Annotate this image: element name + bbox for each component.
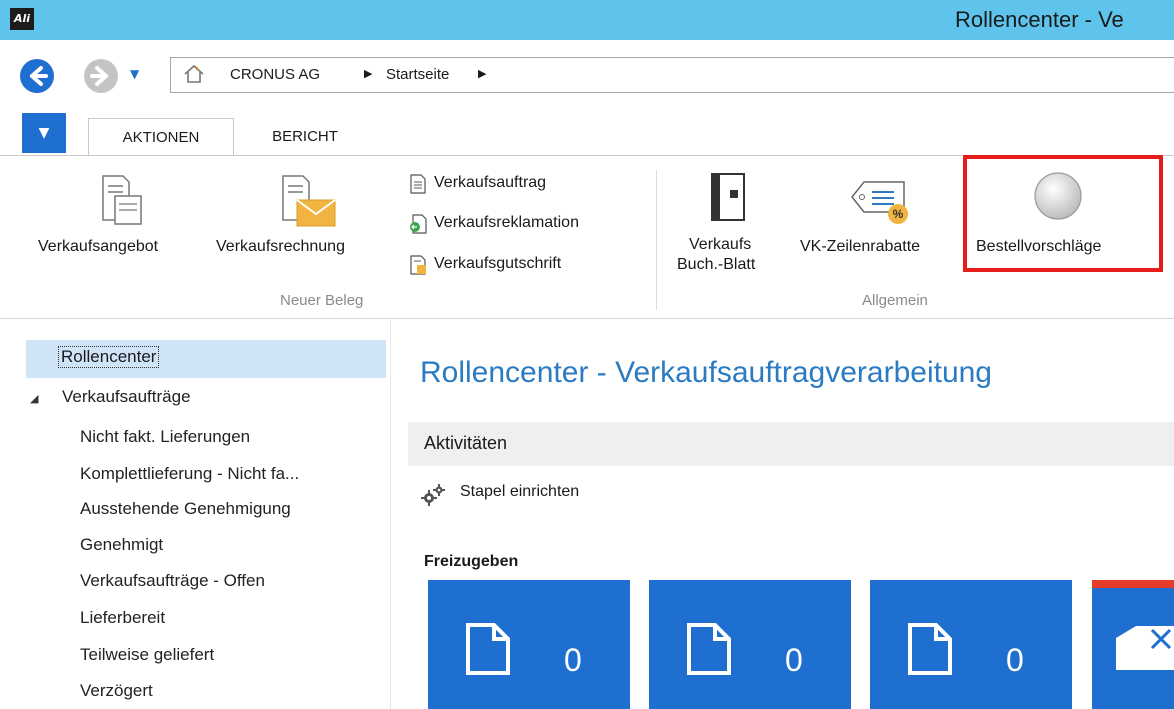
document-invoice-icon[interactable] (275, 172, 341, 230)
group-separator (656, 170, 657, 310)
sidebar-item[interactable]: Verzögert (80, 681, 153, 701)
tab-bericht[interactable]: BERICHT (250, 118, 360, 156)
credit-memo-icon[interactable] (408, 255, 428, 275)
verkaufsauftrag-button[interactable]: Verkaufsauftrag (434, 174, 546, 192)
sidebar-item[interactable]: Nicht fakt. Lieferungen (80, 427, 250, 447)
cue-tile[interactable]: 0 (428, 580, 630, 709)
vk-zeilenrabatte-button[interactable]: VK-Zeilenrabatte (800, 238, 920, 256)
cue-count: 0 (564, 642, 582, 678)
breadcrumb-separator: ▶ (478, 67, 487, 80)
verkaufs-buch-blatt-line2[interactable]: Buch.-Blatt (677, 256, 755, 274)
section-title[interactable]: Aktivitäten (424, 433, 507, 454)
tab-aktionen[interactable]: AKTIONEN (88, 118, 234, 156)
document-icon (687, 623, 731, 675)
group-label-neuer-beleg: Neuer Beleg (280, 292, 364, 309)
sidebar-item[interactable]: Ausstehende Genehmigung (80, 499, 291, 519)
arrow-right-icon (90, 66, 108, 86)
sidebar-item-rollencenter-label[interactable]: Rollencenter (58, 346, 160, 368)
document-quote-icon[interactable] (95, 172, 149, 228)
breadcrumb-startseite[interactable]: Startseite (386, 66, 449, 83)
title-bar: Ali Rollencenter - Ve (0, 0, 1174, 40)
cue-tile[interactable]: 0 (870, 580, 1072, 709)
window-title: Rollencenter - Ve (955, 7, 1124, 32)
cue-count: 0 (785, 642, 803, 678)
journal-book-icon[interactable] (708, 172, 750, 224)
sidebar-item[interactable]: Genehmigt (80, 535, 163, 555)
cue-tile[interactable]: 0 (649, 580, 851, 709)
app-logo-icon: Ali (10, 8, 34, 30)
sales-order-icon[interactable] (408, 174, 428, 194)
verkaufsangebot-button[interactable]: Verkaufsangebot (38, 238, 158, 256)
verkaufsrechnung-button[interactable]: Verkaufsrechnung (216, 238, 345, 256)
sidebar-item[interactable]: Komplettlieferung - Nicht fa... (80, 464, 299, 484)
sidebar-item[interactable]: Teilweise geliefert (80, 645, 214, 665)
home-icon[interactable] (182, 62, 206, 86)
highlight-annotation (963, 155, 1163, 272)
breadcrumb-separator: ▶ (364, 67, 373, 80)
verkaufsreklamation-button[interactable]: Verkaufsreklamation (434, 214, 579, 232)
stapel-einrichten-action[interactable]: Stapel einrichten (460, 483, 579, 501)
discount-tag-icon[interactable]: % (850, 176, 914, 226)
verkaufs-buch-blatt-line1[interactable]: Verkaufs (689, 236, 751, 254)
expand-collapse-icon[interactable]: ◢ (30, 392, 38, 405)
svg-text:%: % (893, 207, 904, 221)
mail-icon (1116, 626, 1174, 670)
back-button[interactable] (20, 59, 54, 93)
ribbon-bottom-border (0, 318, 1174, 319)
cue-tile-alert-bar (1092, 580, 1174, 588)
address-bar[interactable] (170, 57, 1174, 93)
history-dropdown-icon[interactable]: ▼ (130, 67, 139, 81)
sidebar-item[interactable]: Verkaufsaufträge - Offen (80, 571, 265, 591)
sidebar-group-verkaufsauftraege[interactable]: Verkaufsaufträge (62, 387, 191, 407)
pane-divider[interactable] (390, 320, 391, 709)
document-icon (466, 623, 510, 675)
forward-button[interactable] (84, 59, 118, 93)
sidebar-item[interactable]: Lieferbereit (80, 608, 165, 628)
cue-group-title: Freizugeben (424, 553, 519, 570)
sales-return-icon[interactable] (408, 214, 428, 234)
cue-count: 0 (1006, 642, 1024, 678)
group-label-allgemein: Allgemein (862, 292, 928, 309)
cue-tile-partial[interactable] (1092, 580, 1174, 709)
breadcrumb-cronus[interactable]: CRONUS AG (230, 66, 320, 83)
section-header[interactable] (408, 422, 1174, 466)
document-icon (908, 623, 952, 675)
verkaufsgutschrift-button[interactable]: Verkaufsgutschrift (434, 255, 561, 273)
ribbon-menu-button[interactable]: ▼ (22, 113, 66, 153)
gears-icon[interactable] (420, 484, 446, 506)
page-title: Rollencenter - Verkaufsauftragverarbeitu… (420, 356, 992, 389)
arrow-left-icon (30, 66, 48, 86)
